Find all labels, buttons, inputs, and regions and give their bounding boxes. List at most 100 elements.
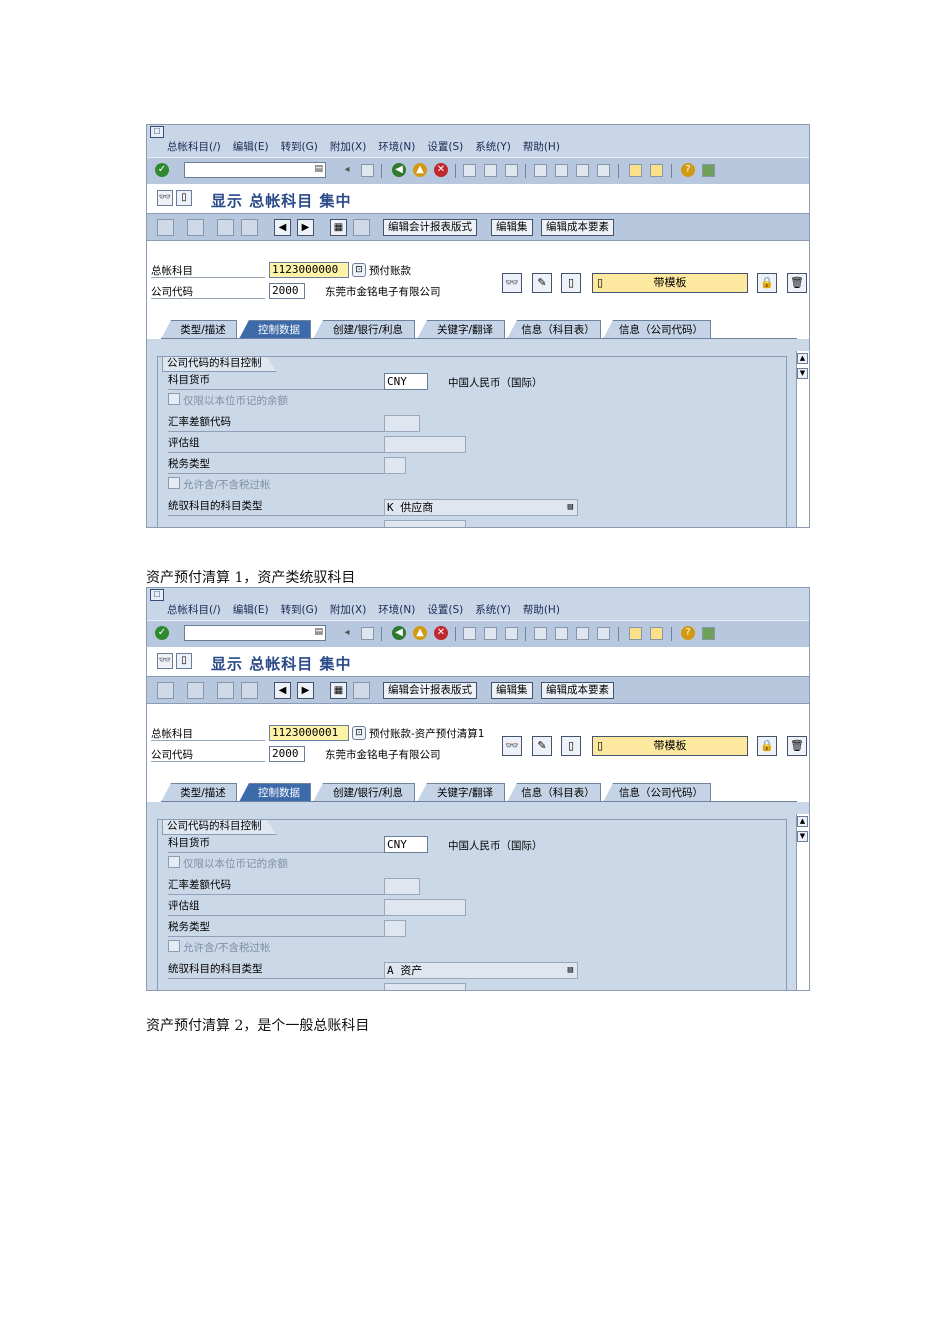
scroll-up-icon[interactable]: ▲ (797, 816, 808, 827)
local-balance-checkbox[interactable] (168, 856, 180, 868)
with-template-button[interactable]: ▯ 带模板 (592, 736, 748, 756)
last-page-icon[interactable] (597, 627, 610, 640)
edit-cost-element-button[interactable]: 编辑成本要素 (541, 682, 614, 699)
match-icon[interactable]: ⊡ (352, 726, 366, 740)
edit-cost-element-button[interactable]: 编辑成本要素 (541, 219, 614, 236)
exit-icon[interactable]: ▲ (413, 626, 427, 640)
copy-icon[interactable] (157, 219, 174, 236)
gl-account-field[interactable]: 1123000001 (269, 725, 349, 741)
new-session-icon[interactable] (629, 627, 642, 640)
tab-control-data[interactable]: 控制数据 (239, 320, 311, 339)
lock-icon[interactable]: 🔒 (757, 736, 777, 756)
local-balance-checkbox[interactable] (168, 393, 180, 405)
recon-account-type-field[interactable]: K 供应商 ▤ (384, 499, 578, 516)
document-icon[interactable]: ▯ (176, 653, 192, 669)
print-icon[interactable] (463, 627, 476, 640)
menu-item-system[interactable]: 系统(Y) (475, 139, 511, 154)
delete-icon[interactable]: 🗑 (787, 736, 807, 756)
left-arrow-icon[interactable]: ◂ (340, 163, 354, 177)
back-icon[interactable]: ◀ (392, 163, 406, 177)
menu-item-help[interactable]: 帮助(H) (523, 139, 560, 154)
edit-fs-version-button[interactable]: 编辑会计报表版式 (383, 682, 477, 699)
edit-set-button[interactable]: 编辑集 (491, 682, 533, 699)
sap-menu-icon[interactable]: ☐ (150, 589, 164, 601)
recon-account-type-field[interactable]: A 资产 ▤ (384, 962, 578, 979)
next-page-icon[interactable] (576, 627, 589, 640)
find-next-icon[interactable] (505, 627, 518, 640)
tax-category-field[interactable] (384, 920, 406, 937)
menu-item-settings[interactable]: 设置(S) (427, 602, 463, 617)
glasses-display-icon[interactable]: 👓 (502, 736, 522, 756)
tab-keyword-translation[interactable]: 关键字/翻译 (417, 320, 505, 339)
menu-item-edit[interactable]: 编辑(E) (233, 602, 269, 617)
print-icon[interactable] (463, 164, 476, 177)
tab-info-chart-of-accounts[interactable]: 信息（科目表） (507, 783, 601, 802)
vertical-scrollbar[interactable]: ▲ ▼ (796, 351, 809, 527)
tab-create-bank-interest[interactable]: 创建/银行/利息 (313, 320, 415, 339)
next-page-icon[interactable] (576, 164, 589, 177)
menu-item-extras[interactable]: 附加(X) (330, 139, 366, 154)
valuation-field[interactable] (384, 436, 466, 453)
menu-item-gl-account[interactable]: 总帐科目(/) (167, 602, 221, 617)
tab-info-chart-of-accounts[interactable]: 信息（科目表） (507, 320, 601, 339)
command-field[interactable]: ▤ (184, 162, 326, 178)
vertical-scrollbar[interactable]: ▲ ▼ (796, 814, 809, 990)
tab-type-description[interactable]: 类型/描述 (161, 783, 237, 802)
new-session-icon[interactable] (629, 164, 642, 177)
scroll-down-icon[interactable]: ▼ (797, 831, 808, 842)
gl-account-field[interactable]: 1123000000 (269, 262, 349, 278)
tab-info-company-code[interactable]: 信息（公司代码） (603, 320, 711, 339)
previous-arrow-icon[interactable]: ◀ (274, 219, 291, 236)
check-icon[interactable]: ✓ (155, 626, 169, 640)
next-field-partial[interactable] (384, 520, 466, 527)
previous-page-icon[interactable] (555, 164, 568, 177)
calendar-icon[interactable]: ▦ (330, 682, 347, 699)
first-page-icon[interactable] (534, 627, 547, 640)
copy-icon[interactable] (157, 682, 174, 699)
cancel-icon[interactable]: ✕ (434, 626, 448, 640)
menu-item-extras[interactable]: 附加(X) (330, 602, 366, 617)
calendar-icon[interactable]: ▦ (330, 219, 347, 236)
edit-set-button[interactable]: 编辑集 (491, 219, 533, 236)
tab-info-company-code[interactable]: 信息（公司代码） (603, 783, 711, 802)
sap-menu-icon[interactable]: ☐ (150, 126, 164, 138)
cancel-icon[interactable]: ✕ (434, 163, 448, 177)
next-field-partial[interactable] (384, 983, 466, 990)
currency-field[interactable]: CNY (384, 373, 428, 390)
previous-page-icon[interactable] (555, 627, 568, 640)
check-icon[interactable]: ✓ (155, 163, 169, 177)
menu-item-environment[interactable]: 环境(N) (378, 602, 415, 617)
left-arrow-icon[interactable]: ◂ (340, 626, 354, 640)
delete-icon[interactable]: 🗑 (787, 273, 807, 293)
menu-item-gl-account[interactable]: 总帐科目(/) (167, 139, 221, 154)
tab-create-bank-interest[interactable]: 创建/银行/利息 (313, 783, 415, 802)
menu-item-settings[interactable]: 设置(S) (427, 139, 463, 154)
shortcut-icon[interactable] (650, 627, 663, 640)
scroll-down-icon[interactable]: ▼ (797, 368, 808, 379)
glasses-icon[interactable]: 👓 (157, 653, 173, 669)
company-code-field[interactable]: 2000 (269, 283, 305, 299)
document-icon[interactable]: ▯ (176, 190, 192, 206)
help-icon[interactable]: ? (681, 163, 695, 177)
company-code-field[interactable]: 2000 (269, 746, 305, 762)
help-icon[interactable]: ? (681, 626, 695, 640)
last-page-icon[interactable] (597, 164, 610, 177)
glasses-display-icon[interactable]: 👓 (502, 273, 522, 293)
next-arrow-icon[interactable]: ▶ (297, 682, 314, 699)
scroll-up-icon[interactable]: ▲ (797, 353, 808, 364)
dropdown-icon[interactable]: ▤ (568, 963, 573, 978)
currency-field[interactable]: CNY (384, 836, 428, 853)
match-icon[interactable]: ⊡ (352, 263, 366, 277)
command-field[interactable]: ▤ (184, 625, 326, 641)
menu-item-environment[interactable]: 环境(N) (378, 139, 415, 154)
exch-diff-field[interactable] (384, 415, 420, 432)
dropdown-icon[interactable]: ▤ (314, 627, 323, 637)
edit-fs-version-button[interactable]: 编辑会计报表版式 (383, 219, 477, 236)
lock-icon[interactable]: 🔒 (757, 273, 777, 293)
save-icon[interactable] (361, 164, 374, 177)
menu-item-system[interactable]: 系统(Y) (475, 602, 511, 617)
exit-icon[interactable]: ▲ (413, 163, 427, 177)
layout-menu-icon[interactable] (702, 164, 715, 177)
pencil-icon[interactable]: ✎ (532, 736, 552, 756)
tax-allow-checkbox[interactable] (168, 940, 180, 952)
